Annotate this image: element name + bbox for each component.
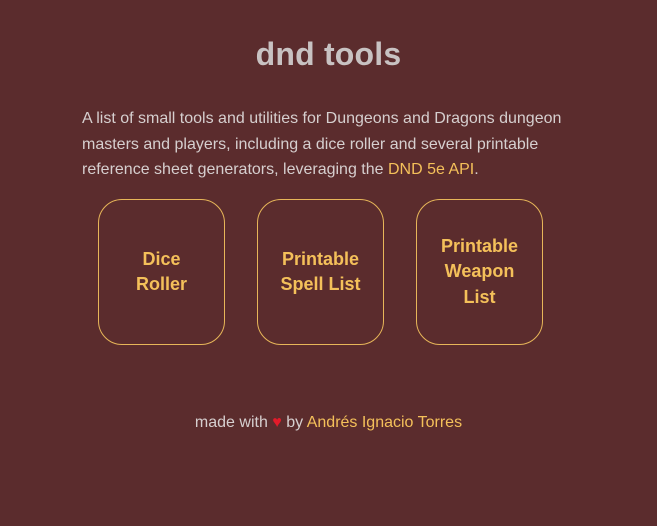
weapon-list-card[interactable]: Printable Weapon List bbox=[416, 199, 543, 345]
author-link[interactable]: Andrés Ignacio Torres bbox=[307, 414, 462, 431]
tool-label: Printable Spell List bbox=[280, 248, 361, 295]
tools-list: Dice Roller Printable Spell List Printab… bbox=[98, 199, 543, 345]
by-text: by bbox=[286, 414, 304, 431]
api-link[interactable]: DND 5e API bbox=[388, 161, 474, 178]
intro-text: A list of small tools and utilities for … bbox=[82, 110, 562, 178]
page-title: dnd tools bbox=[255, 36, 402, 72]
intro-text-end: . bbox=[474, 161, 479, 178]
tool-label: Printable Weapon List bbox=[440, 235, 519, 307]
made-with-text: made with bbox=[194, 414, 268, 431]
footer: made with ♥ by Andrés Ignacio Torres bbox=[0, 414, 657, 432]
intro-paragraph: A list of small tools and utilities for … bbox=[82, 106, 582, 183]
tool-label: Dice Roller bbox=[135, 248, 187, 295]
heart-icon: ♥ bbox=[272, 414, 282, 431]
spell-list-card[interactable]: Printable Spell List bbox=[257, 199, 384, 345]
dice-roller-card[interactable]: Dice Roller bbox=[98, 199, 225, 345]
